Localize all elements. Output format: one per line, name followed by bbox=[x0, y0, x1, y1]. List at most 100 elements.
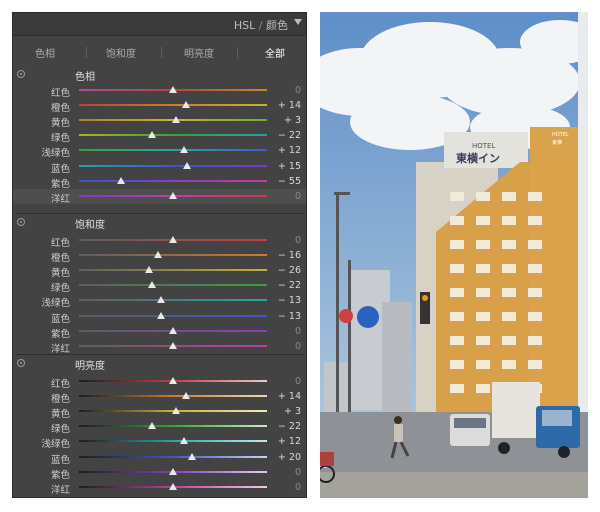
slider-track[interactable] bbox=[79, 407, 267, 415]
slider-thumb[interactable] bbox=[117, 176, 126, 184]
slider-track[interactable] bbox=[79, 392, 267, 400]
slider-value[interactable]: − 13 bbox=[278, 295, 301, 306]
slider-thumb[interactable] bbox=[169, 467, 177, 475]
window bbox=[476, 312, 490, 321]
tab-hue[interactable]: 色相 bbox=[35, 45, 55, 60]
slider-value[interactable]: + 3 bbox=[284, 406, 301, 417]
slider-track[interactable] bbox=[79, 281, 267, 289]
slider-row: 红色 0 bbox=[13, 233, 306, 249]
slider-value[interactable]: − 22 bbox=[278, 130, 301, 141]
panel-header[interactable]: HSL / 颜色 bbox=[13, 13, 306, 36]
slider-track[interactable] bbox=[79, 482, 267, 490]
slider-track[interactable] bbox=[79, 161, 267, 169]
slider-row: 黄色 + 3 bbox=[13, 113, 306, 130]
slider-thumb[interactable] bbox=[148, 131, 157, 139]
window bbox=[502, 288, 516, 297]
slider-track[interactable] bbox=[79, 251, 267, 259]
window bbox=[502, 336, 516, 345]
slider-thumb[interactable] bbox=[182, 101, 191, 109]
slider-thumb[interactable] bbox=[156, 296, 165, 304]
slider-track[interactable] bbox=[79, 131, 267, 139]
slider-value[interactable]: + 3 bbox=[284, 115, 301, 126]
slider-row: 紫色 0 bbox=[13, 465, 306, 481]
slider-thumb[interactable] bbox=[187, 452, 196, 460]
slider-value[interactable]: 0 bbox=[295, 85, 301, 96]
slider-track[interactable] bbox=[79, 311, 267, 319]
slider-track[interactable] bbox=[79, 452, 267, 460]
slider-thumb[interactable] bbox=[169, 341, 177, 349]
section-toggle-icon[interactable] bbox=[17, 359, 25, 367]
tab-all[interactable]: 全部 bbox=[265, 45, 285, 60]
slider-track[interactable] bbox=[79, 467, 267, 475]
tab-saturation[interactable]: 饱和度 bbox=[106, 45, 136, 60]
slider-track[interactable] bbox=[79, 176, 267, 184]
slider-thumb[interactable] bbox=[182, 392, 191, 400]
window bbox=[476, 264, 490, 273]
slider-track[interactable] bbox=[79, 341, 267, 349]
slider-thumb[interactable] bbox=[148, 281, 157, 289]
window bbox=[450, 360, 464, 369]
slider-thumb[interactable] bbox=[180, 146, 189, 154]
slider-value[interactable]: 0 bbox=[295, 191, 301, 202]
slider-value[interactable]: + 12 bbox=[278, 145, 301, 156]
slider-track[interactable] bbox=[79, 191, 267, 199]
section-toggle-icon[interactable] bbox=[17, 218, 25, 226]
slider-thumb[interactable] bbox=[171, 407, 180, 415]
slider-value[interactable]: + 14 bbox=[278, 100, 301, 111]
slider-track[interactable] bbox=[79, 236, 267, 243]
slider-thumb[interactable] bbox=[169, 236, 177, 243]
slider-thumb[interactable] bbox=[183, 161, 192, 169]
window bbox=[502, 312, 516, 321]
slider-track[interactable] bbox=[79, 296, 267, 304]
slider-thumb[interactable] bbox=[153, 251, 162, 259]
slider-label: 浅绿色 bbox=[41, 439, 70, 451]
slider-track[interactable] bbox=[79, 86, 267, 93]
slider-track[interactable] bbox=[79, 377, 267, 384]
slider-thumb[interactable] bbox=[171, 116, 180, 124]
slider-label: 洋红 bbox=[50, 343, 70, 355]
slider-value[interactable]: 0 bbox=[295, 376, 301, 387]
slider-track[interactable] bbox=[79, 326, 267, 334]
window bbox=[450, 264, 464, 273]
slider-thumb[interactable] bbox=[169, 377, 177, 384]
slider-value[interactable]: 0 bbox=[295, 235, 301, 246]
slider-thumb[interactable] bbox=[169, 482, 177, 490]
slider-track[interactable] bbox=[79, 422, 267, 430]
slider-value[interactable]: − 13 bbox=[278, 311, 301, 322]
window bbox=[502, 360, 516, 369]
slider-track[interactable] bbox=[79, 116, 267, 124]
slider-value[interactable]: 0 bbox=[295, 482, 301, 493]
slider-label: 绿色 bbox=[50, 283, 70, 295]
slider-value[interactable]: 0 bbox=[295, 467, 301, 478]
tab-separator bbox=[161, 47, 162, 58]
slider-value[interactable]: − 26 bbox=[278, 265, 301, 276]
slider-thumb[interactable] bbox=[148, 422, 157, 430]
slider-track[interactable] bbox=[79, 266, 267, 274]
slider-value[interactable]: + 15 bbox=[278, 161, 301, 172]
slider-label: 黄色 bbox=[50, 118, 70, 130]
slider-track[interactable] bbox=[79, 146, 267, 154]
slider-value[interactable]: + 12 bbox=[278, 436, 301, 447]
slider-thumb[interactable] bbox=[169, 86, 177, 93]
slider-value[interactable]: + 20 bbox=[278, 452, 301, 463]
slider-value[interactable]: 0 bbox=[295, 341, 301, 352]
slider-thumb[interactable] bbox=[180, 437, 189, 445]
tab-luminance[interactable]: 明亮度 bbox=[184, 45, 214, 60]
hotel-sign-top: HOTEL bbox=[472, 142, 495, 150]
slider-thumb[interactable] bbox=[156, 311, 165, 319]
section-toggle-icon[interactable] bbox=[17, 70, 25, 78]
slider-thumb[interactable] bbox=[169, 326, 177, 334]
slider-value[interactable]: − 16 bbox=[278, 250, 301, 261]
collapse-arrow-icon[interactable] bbox=[294, 19, 302, 25]
slider-track[interactable] bbox=[79, 101, 267, 109]
slider-value[interactable]: − 22 bbox=[278, 421, 301, 432]
slider-value[interactable]: − 55 bbox=[278, 176, 301, 187]
slider-thumb[interactable] bbox=[169, 191, 177, 199]
slider-value[interactable]: − 22 bbox=[278, 280, 301, 291]
slider-thumb[interactable] bbox=[144, 266, 153, 274]
slider-value[interactable]: 0 bbox=[295, 326, 301, 337]
slider-row: 紫色 − 55 bbox=[13, 174, 306, 190]
window bbox=[476, 360, 490, 369]
slider-value[interactable]: + 14 bbox=[278, 391, 301, 402]
slider-track[interactable] bbox=[79, 437, 267, 445]
